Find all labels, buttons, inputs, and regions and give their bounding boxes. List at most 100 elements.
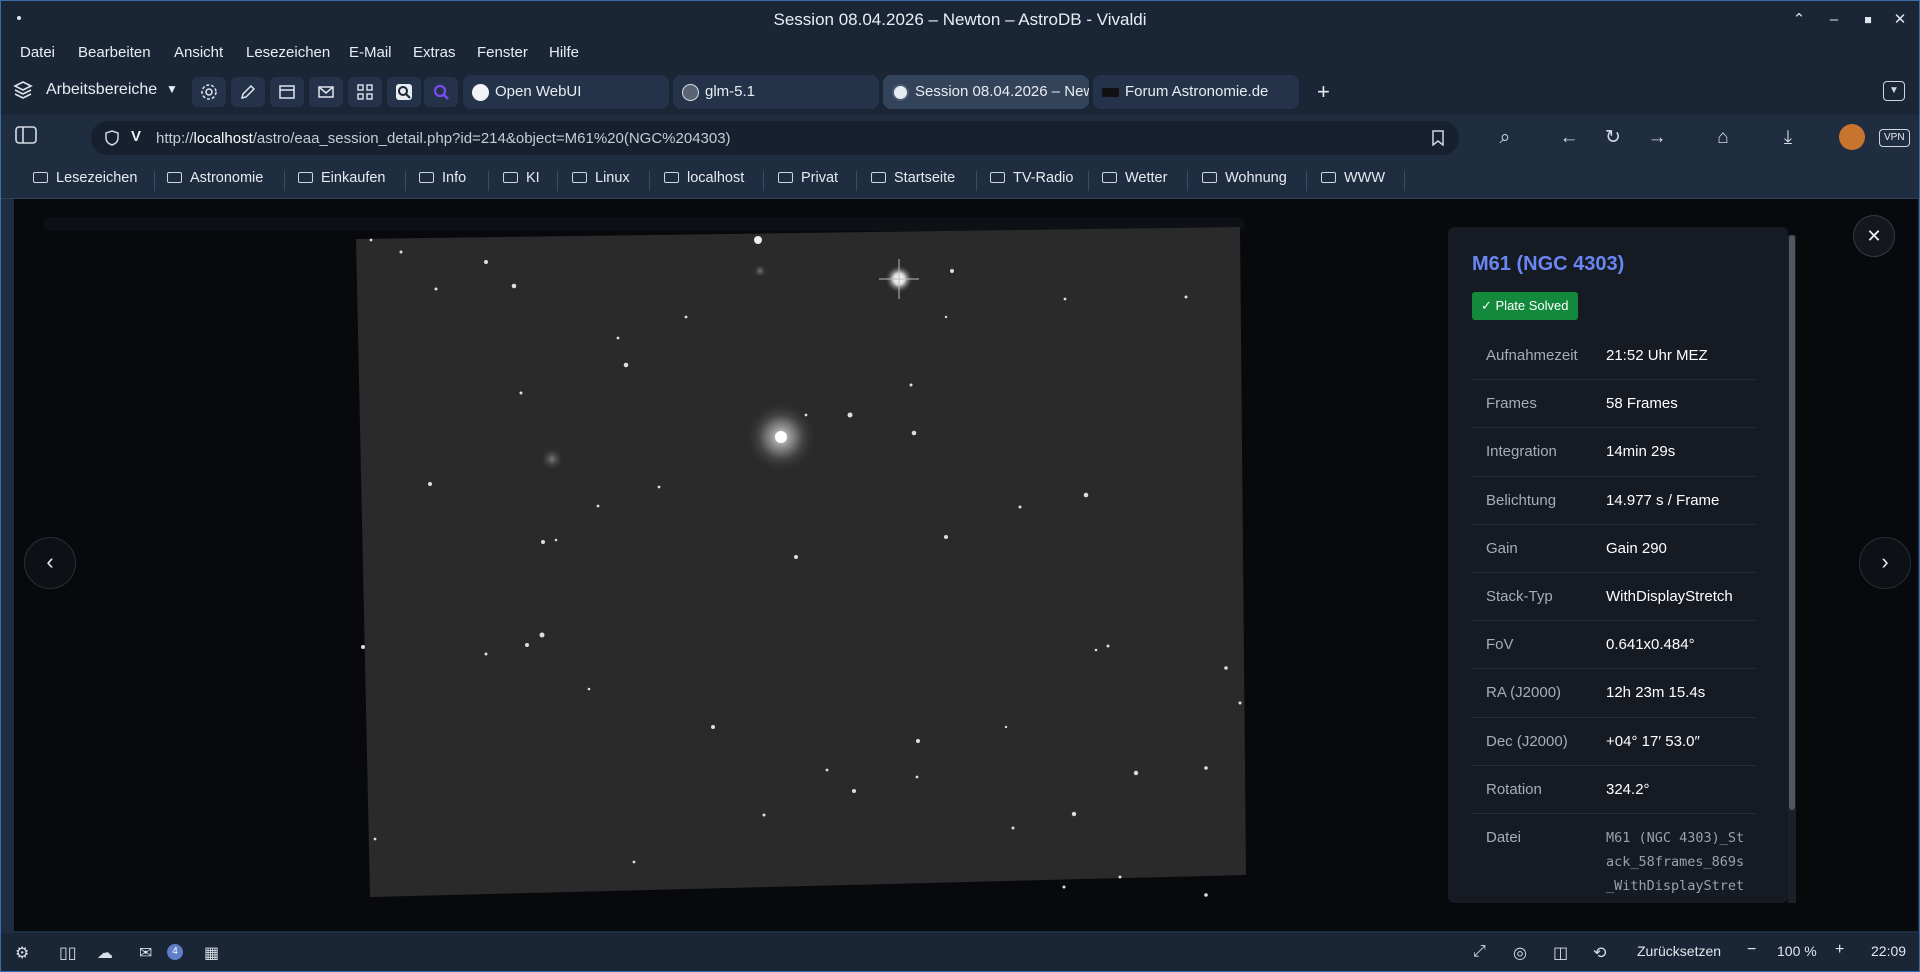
detail-row-gain: Gain Gain 290 <box>1472 525 1756 573</box>
settings-panel-button[interactable] <box>192 77 226 107</box>
detail-key: Frames <box>1486 395 1537 413</box>
folder-icon <box>664 172 679 183</box>
tab-session-active[interactable]: Session 08.04.2026 – Newt <box>883 75 1089 109</box>
settings-gear-icon[interactable]: ⚙ <box>15 943 29 963</box>
bookmark-folder-wetter[interactable]: Wetter <box>1102 170 1167 186</box>
close-lightbox-button[interactable]: ✕ <box>1853 215 1895 257</box>
bookmark-folder-einkaufen[interactable]: Einkaufen <box>298 170 386 186</box>
zoom-out-button[interactable]: − <box>1747 941 1756 959</box>
tab-glm[interactable]: glm-5.1 <box>673 75 879 109</box>
folder-icon <box>572 172 587 183</box>
search-icon[interactable]: ⌕ <box>1493 126 1517 150</box>
chevron-down-icon: ▼ <box>166 82 178 96</box>
page-actions-icon[interactable]: ◫ <box>1553 943 1568 963</box>
bookmark-folder-info[interactable]: Info <box>419 170 466 186</box>
vpn-button[interactable]: VPN <box>1879 129 1910 147</box>
detail-row-frames: Frames 58 Frames <box>1472 380 1756 429</box>
folder-icon <box>503 172 518 183</box>
zoom-reset-button[interactable]: Zurücksetzen <box>1637 943 1721 959</box>
details-scrollbar[interactable] <box>1788 235 1796 903</box>
bookmark-folder-ki[interactable]: KI <box>503 170 540 186</box>
detail-value: 58 Frames <box>1606 395 1678 413</box>
forward-arrow-icon[interactable]: → <box>1645 126 1669 150</box>
status-bar: ⚙ ▯▯ ☁ ✉ 4 ▦ ⤢ ◎ ◫ ⟲ Zurücksetzen − 100 … <box>1 933 1919 971</box>
image-details-panel: M61 (NGC 4303) ✓ Plate Solved Aufnahmeze… <box>1448 227 1788 903</box>
cloud-sync-icon[interactable]: ☁ <box>97 943 113 963</box>
menu-email[interactable]: E-Mail <box>349 44 392 61</box>
next-image-button[interactable]: › <box>1859 537 1911 589</box>
tab-label: Open WebUI <box>495 83 582 100</box>
restore-button[interactable]: ◾ <box>1855 8 1881 32</box>
folder-icon <box>1102 172 1117 183</box>
tile-view-icon[interactable]: ▯▯ <box>59 943 77 963</box>
url-field[interactable]: V http://localhost/astro/eaa_session_det… <box>91 121 1459 155</box>
previous-image-button[interactable]: ‹ <box>24 537 76 589</box>
plate-solved-badge: ✓ Plate Solved <box>1472 292 1578 320</box>
wordpress-favicon-icon <box>892 84 909 101</box>
menu-datei[interactable]: Datei <box>20 44 55 61</box>
url-text[interactable]: http://localhost/astro/eaa_session_detai… <box>156 130 731 147</box>
search-panel-button[interactable] <box>387 77 421 107</box>
bookmark-icon[interactable] <box>1432 130 1444 146</box>
magnifier-icon <box>396 84 412 100</box>
close-window-button[interactable]: ✕ <box>1887 8 1913 32</box>
detail-value: M61 (NGC 4303)_Stack_58frames_869s_WithD… <box>1606 829 1745 903</box>
fox-avatar-icon[interactable] <box>1839 124 1865 150</box>
bookmark-folder-linux[interactable]: Linux <box>572 170 630 186</box>
bookmark-folder-www[interactable]: WWW <box>1321 170 1385 186</box>
title-bar: Session 08.04.2026 – Newton – AstroDB - … <box>1 1 1919 39</box>
bookmark-folder-startseite[interactable]: Startseite <box>871 170 955 186</box>
sidebar-edge <box>1 199 14 933</box>
menu-ansicht[interactable]: Ansicht <box>174 44 223 61</box>
detail-key: Belichtung <box>1486 491 1557 509</box>
bookmark-folder-wohnung[interactable]: Wohnung <box>1202 170 1287 186</box>
folder-icon <box>167 172 182 183</box>
camera-icon[interactable]: ◎ <box>1513 943 1527 963</box>
detail-key: Datei <box>1486 828 1522 846</box>
detail-row-integration: Integration 14min 29s <box>1472 428 1756 477</box>
sync-status-icon[interactable]: ⟲ <box>1593 943 1606 963</box>
mail-panel-button[interactable] <box>309 77 343 107</box>
zoom-in-button[interactable]: + <box>1835 941 1844 959</box>
purple-search-icon <box>433 84 449 100</box>
tab-open-webui[interactable]: Open WebUI <box>463 75 669 109</box>
detail-value: 14.977 s / Frame <box>1606 491 1720 509</box>
new-tab-plus-icon[interactable]: + <box>1317 79 1330 105</box>
detail-row-belichtung: Belichtung 14.977 s / Frame <box>1472 477 1756 525</box>
tab-list-chevron-icon[interactable]: ▼ <box>1883 81 1905 101</box>
capture-icon[interactable]: ⤢ <box>1473 943 1486 961</box>
detail-key: FoV <box>1486 636 1514 654</box>
scrollbar-thumb[interactable] <box>1789 235 1795 810</box>
calendar-status-icon[interactable]: ▦ <box>204 943 219 963</box>
menu-bearbeiten[interactable]: Bearbeiten <box>78 44 151 61</box>
maximize-chevron-icon[interactable]: ⌃ <box>1786 8 1812 32</box>
menu-fenster[interactable]: Fenster <box>477 44 528 61</box>
reload-icon[interactable]: ↻ <box>1601 126 1625 150</box>
mail-status-icon[interactable]: ✉ <box>139 943 152 963</box>
search-engine-button[interactable] <box>424 77 458 107</box>
object-title: M61 (NGC 4303) <box>1472 253 1625 275</box>
back-arrow-icon[interactable]: ← <box>1557 126 1581 150</box>
panel-toggle-icon[interactable] <box>14 126 38 150</box>
glm-favicon-icon <box>682 84 699 101</box>
notes-panel-button[interactable] <box>231 77 265 107</box>
calendar-panel-button[interactable] <box>270 77 304 107</box>
bookmark-folder-astronomie[interactable]: Astronomie <box>167 170 263 186</box>
home-icon[interactable]: ⌂ <box>1711 126 1735 150</box>
vivaldi-v-icon: V <box>131 128 142 145</box>
shield-icon[interactable] <box>105 130 119 146</box>
download-icon[interactable]: ⤓ <box>1776 126 1800 150</box>
menu-bar: Datei Bearbeiten Ansicht Lesezeichen E-M… <box>1 39 1919 67</box>
apps-panel-button[interactable] <box>348 77 382 107</box>
menu-extras[interactable]: Extras <box>413 44 456 61</box>
tab-forum-astronomie[interactable]: Forum Astronomie.de <box>1093 75 1299 109</box>
tab-bar: Arbeitsbereiche ▼ Open WebUI glm-5.1 Ses… <box>1 67 1919 115</box>
bookmark-folder-tv-radio[interactable]: TV-Radio <box>990 170 1073 186</box>
bookmark-folder-localhost[interactable]: localhost <box>664 170 744 186</box>
minimize-button[interactable]: – <box>1821 8 1847 32</box>
detail-key: Integration <box>1486 443 1557 461</box>
bookmark-folder-privat[interactable]: Privat <box>778 170 838 186</box>
menu-hilfe[interactable]: Hilfe <box>549 44 579 61</box>
bookmark-folder-lesezeichen[interactable]: Lesezeichen <box>33 170 137 186</box>
menu-lesezeichen[interactable]: Lesezeichen <box>246 44 330 61</box>
